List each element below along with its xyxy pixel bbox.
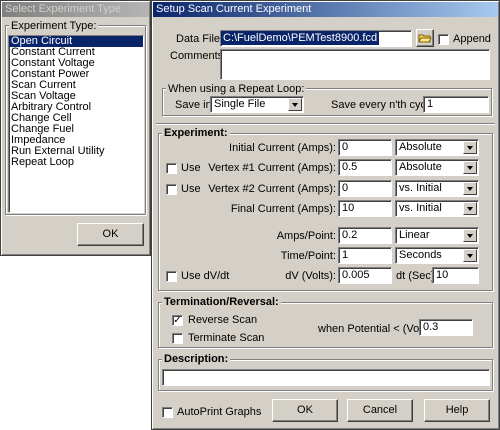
vertex2-input[interactable]: 0 (338, 180, 392, 197)
amps-point-dropdown-icon[interactable] (463, 229, 477, 242)
amps-point-mode-select[interactable]: Linear (395, 227, 479, 244)
dv-input[interactable]: 0.005 (338, 267, 392, 284)
amps-point-input[interactable]: 0.2 (338, 227, 392, 244)
save-in-label: Save in: (175, 99, 215, 111)
browse-folder-button[interactable] (416, 29, 434, 47)
cancel-button[interactable]: Cancel (347, 399, 413, 422)
vertex1-input[interactable]: 0.5 (338, 159, 392, 176)
use-vertex2-checkbox[interactable] (166, 184, 177, 195)
terminate-scan-checkbox[interactable] (172, 333, 183, 344)
autoprint-label: AutoPrint Graphs (177, 406, 262, 418)
use-dvdt-label: Use dV/dt (181, 270, 230, 282)
final-current-label: Final Current (Amps): (230, 203, 336, 215)
vertex2-mode-value: vs. Initial (399, 182, 442, 194)
final-mode-value: vs. Initial (399, 202, 442, 214)
select-experiment-window: Select Experiment Type Experiment Type: … (0, 0, 151, 256)
experiment-title: Experiment: (162, 127, 230, 139)
setup-scan-titlebar: Setup Scan Current Experiment (153, 2, 498, 17)
vertex1-label: Vertex #1 Current (Amps): (208, 162, 336, 174)
comments-input[interactable] (220, 49, 490, 80)
vertex2-label: Vertex #2 Current (Amps): (208, 183, 336, 195)
final-mode-select[interactable]: vs. Initial (395, 200, 479, 217)
vertex1-mode-value: Absolute (399, 161, 442, 173)
use-vertex1-checkbox[interactable] (166, 163, 177, 174)
time-point-label: Time/Point: (280, 250, 336, 262)
initial-current-input[interactable]: 0 (338, 139, 392, 156)
dt-input[interactable]: 10 (432, 267, 479, 284)
amps-point-mode-value: Linear (399, 229, 430, 241)
reverse-scan-checkbox[interactable]: ✓ (172, 315, 183, 326)
vertex1-mode-select[interactable]: Absolute (395, 159, 479, 176)
experiment-type-item[interactable]: Repeat Loop (9, 157, 143, 168)
final-mode-dropdown-icon[interactable] (463, 202, 477, 215)
help-button[interactable]: Help (424, 399, 490, 422)
initial-mode-value: Absolute (399, 141, 442, 153)
initial-current-label: Initial Current (Amps): (229, 142, 336, 154)
potential-input[interactable]: 0.3 (419, 319, 473, 336)
vertex2-mode-dropdown-icon[interactable] (463, 182, 477, 195)
final-current-input[interactable]: 10 (338, 200, 392, 217)
ok-button[interactable]: OK (272, 399, 338, 422)
experiment-type-group-label: Experiment Type: (9, 20, 99, 32)
use-dvdt-checkbox[interactable] (166, 271, 177, 282)
reverse-scan-label: Reverse Scan (188, 314, 258, 326)
save-in-select[interactable]: Single File (210, 96, 304, 113)
terminate-scan-label: Terminate Scan (188, 332, 265, 344)
data-file-value: C:\FuelDemo\PEMTest8900.fcd (221, 31, 380, 45)
save-every-label: Save every n'th cycle: (331, 99, 438, 111)
time-point-unit-dropdown-icon[interactable] (463, 249, 477, 262)
repeat-loop-title: When using a Repeat Loop: (166, 83, 307, 95)
append-label: Append (453, 33, 491, 45)
autoprint-checkbox[interactable] (162, 407, 173, 418)
description-title: Description: (162, 353, 231, 365)
amps-point-label: Amps/Point: (276, 230, 336, 242)
setup-scan-window: Setup Scan Current Experiment Data File:… (151, 0, 500, 430)
save-every-input[interactable]: 1 (423, 96, 489, 113)
time-point-input[interactable]: 1 (338, 247, 392, 264)
time-point-unit-value: Seconds (399, 249, 442, 261)
comments-label: Comments: (170, 50, 227, 62)
vertex2-mode-select[interactable]: vs. Initial (395, 180, 479, 197)
initial-mode-dropdown-icon[interactable] (463, 141, 477, 154)
save-in-dropdown-icon[interactable] (288, 98, 302, 111)
data-file-label: Data File: (176, 33, 224, 45)
initial-mode-select[interactable]: Absolute (395, 139, 479, 156)
vertex1-mode-dropdown-icon[interactable] (463, 161, 477, 174)
append-checkbox[interactable] (438, 34, 449, 45)
folder-icon (418, 34, 432, 43)
time-point-unit-select[interactable]: Seconds (395, 247, 479, 264)
save-in-value: Single File (214, 98, 266, 110)
dv-label: dV (Volts): (285, 270, 336, 282)
separator-1 (156, 123, 495, 125)
description-input[interactable] (162, 369, 490, 386)
experiment-type-list[interactable]: Open Circuit Constant Current Constant Vol… (8, 35, 144, 213)
data-file-input[interactable]: C:\FuelDemo\PEMTest8900.fcd (220, 30, 412, 47)
termination-title: Termination/Reversal: (162, 296, 281, 308)
select-experiment-titlebar: Select Experiment Type (2, 2, 149, 17)
select-ok-button[interactable]: OK (77, 223, 144, 246)
